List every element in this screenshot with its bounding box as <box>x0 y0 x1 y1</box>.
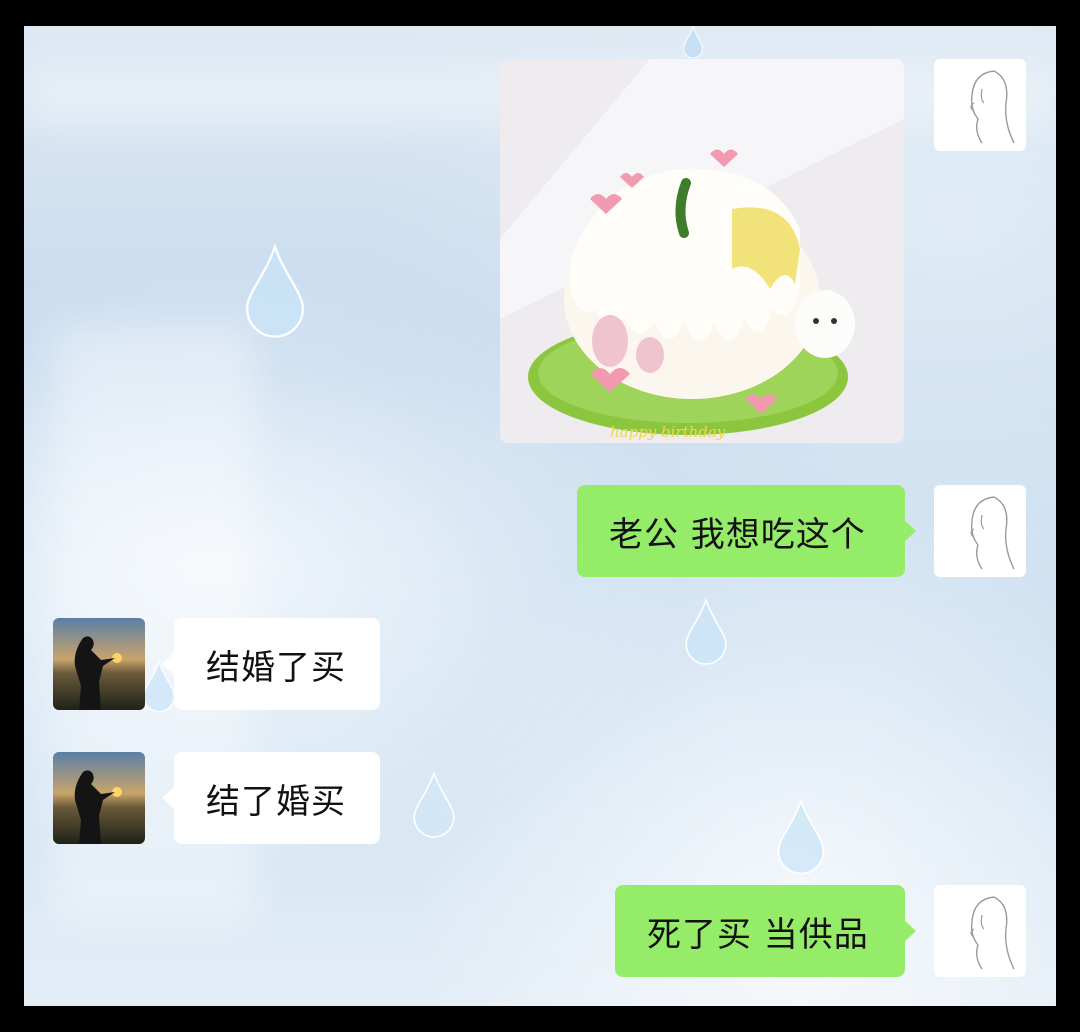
outgoing-message-bubble[interactable]: 老公 我想吃这个 <box>577 485 905 577</box>
cake-photo: happy birthday <box>500 59 904 443</box>
message-text: 结婚了买 <box>206 647 346 688</box>
chat-window: happy birthday 老公 我想吃这个 结婚了买 结了婚买 死了买 当供… <box>24 26 1056 1006</box>
sunset-silhouette-avatar-icon <box>53 618 145 710</box>
raindrop-icon <box>776 788 826 884</box>
raindrop-icon <box>244 231 306 349</box>
message-text: 老公 我想吃这个 <box>609 514 866 555</box>
message-text: 结了婚买 <box>206 781 346 822</box>
contact-avatar[interactable] <box>53 752 145 844</box>
cake-caption: happy birthday <box>610 423 726 441</box>
my-avatar[interactable] <box>934 485 1026 577</box>
raindrop-icon <box>679 26 707 58</box>
bubble-tail <box>162 787 174 809</box>
outgoing-message-bubble[interactable]: 死了买 当供品 <box>615 885 905 977</box>
contact-avatar[interactable] <box>53 618 145 710</box>
my-avatar[interactable] <box>934 885 1026 977</box>
bubble-tail <box>162 653 174 675</box>
line-art-woman-avatar-icon <box>934 59 1026 151</box>
line-art-woman-avatar-icon <box>934 885 1026 977</box>
line-art-woman-avatar-icon <box>934 485 1026 577</box>
message-text: 死了买 当供品 <box>647 914 869 955</box>
cake-image-message[interactable]: happy birthday <box>500 59 904 443</box>
incoming-message-bubble[interactable]: 结婚了买 <box>174 618 380 710</box>
bubble-tail <box>904 520 916 542</box>
sunset-silhouette-avatar-icon <box>53 752 145 844</box>
raindrop-icon <box>684 591 728 671</box>
incoming-message-bubble[interactable]: 结了婚买 <box>174 752 380 844</box>
my-avatar[interactable] <box>934 59 1026 151</box>
bubble-tail <box>904 920 916 942</box>
raindrop-icon <box>412 756 456 852</box>
